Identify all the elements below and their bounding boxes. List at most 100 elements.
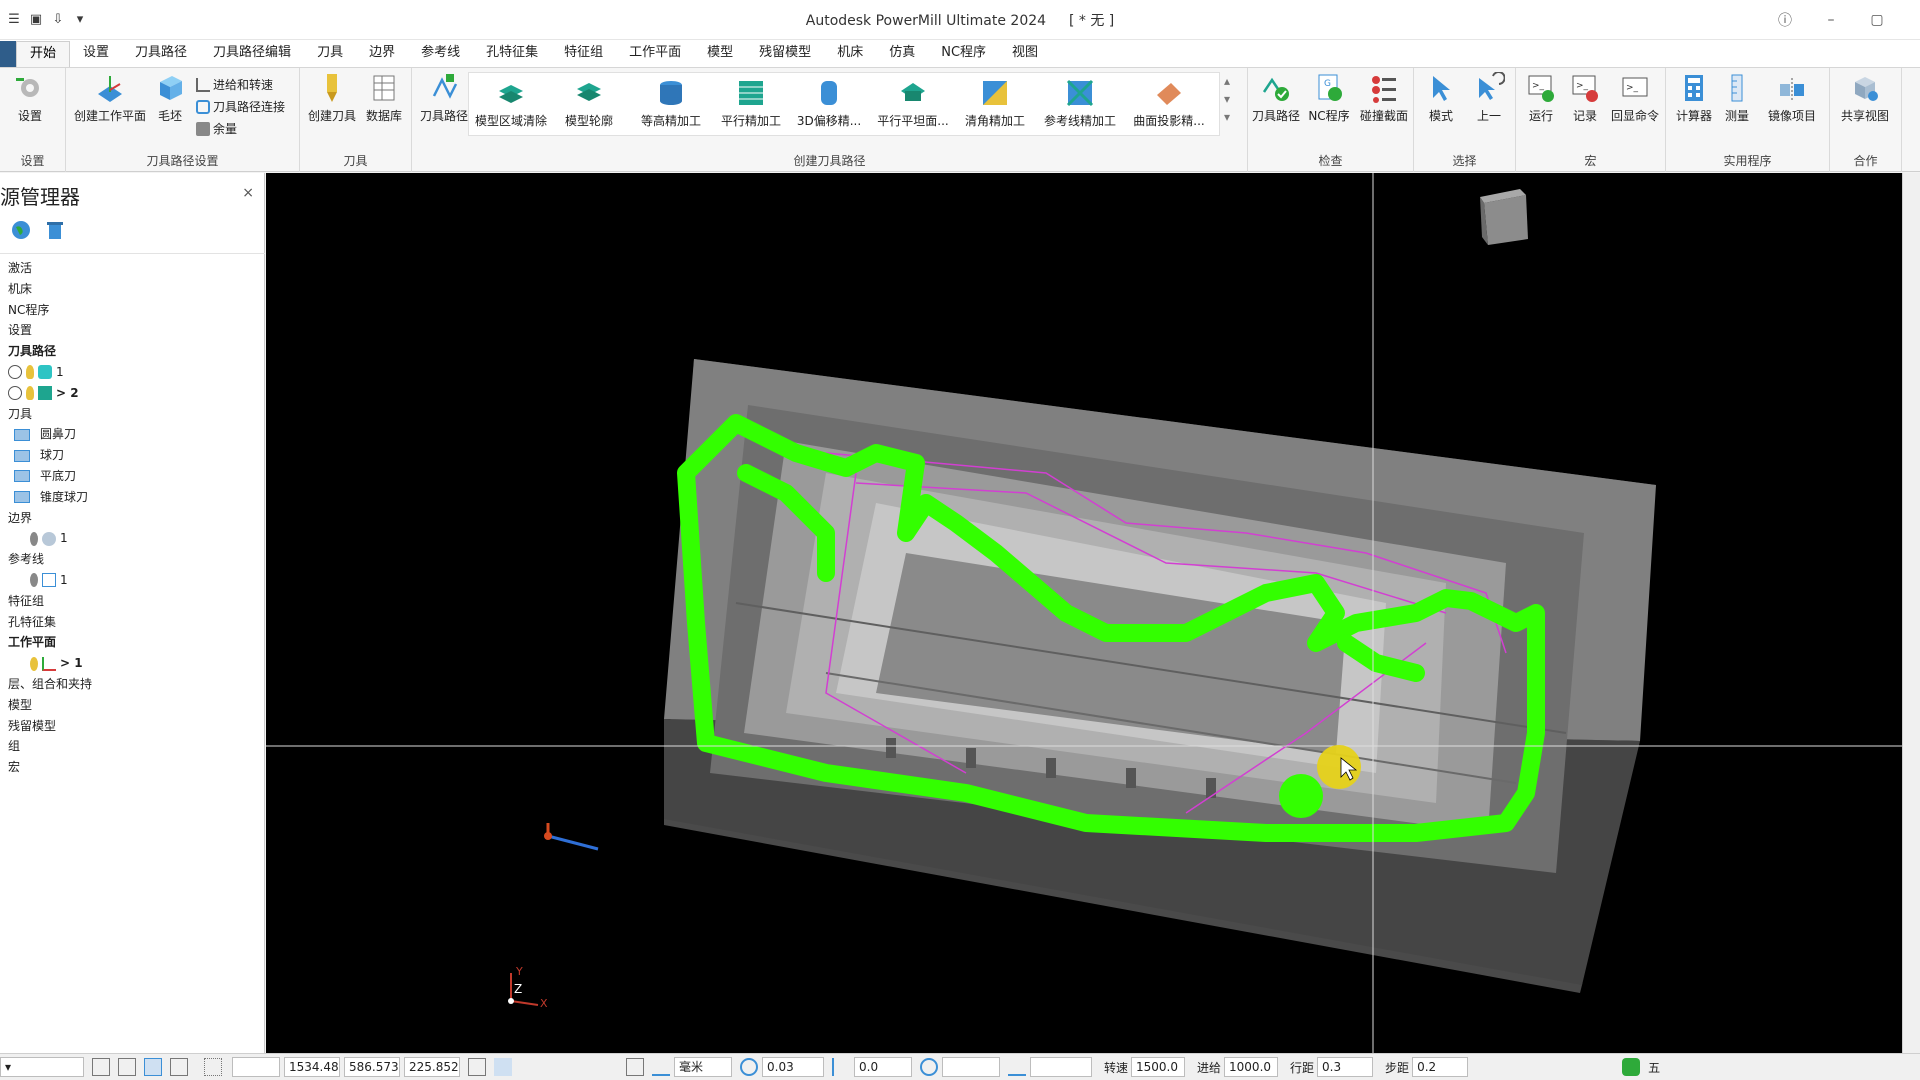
- tab-pattern[interactable]: 参考线: [408, 41, 473, 67]
- tree-item[interactable]: 刀具路径: [0, 341, 265, 362]
- folder-icon[interactable]: [14, 491, 30, 504]
- tab-model[interactable]: 模型: [694, 41, 746, 67]
- measure-button[interactable]: 测量: [1712, 72, 1762, 124]
- save-icon[interactable]: ▣: [28, 12, 44, 28]
- pick-icon[interactable]: [118, 1058, 136, 1076]
- tab-view[interactable]: 视图: [999, 41, 1051, 67]
- tree-item[interactable]: 参考线: [0, 549, 265, 570]
- tree-item[interactable]: 宏: [0, 757, 265, 778]
- run-macro-button[interactable]: >_ 运行: [1516, 72, 1566, 124]
- toolpath-icon[interactable]: [38, 365, 52, 380]
- tree-item[interactable]: 层、组合和夹持: [0, 674, 265, 695]
- tree-item[interactable]: 刀具: [0, 404, 265, 425]
- tree-item[interactable]: 1: [0, 528, 265, 549]
- tab-stock-model[interactable]: 残留模型: [746, 41, 824, 67]
- mirror-button[interactable]: 镜像项目: [1758, 72, 1826, 124]
- bulb-icon[interactable]: [30, 531, 38, 546]
- pattern-icon[interactable]: [42, 573, 56, 588]
- echo-commands-button[interactable]: >_ 回显命令: [1606, 72, 1664, 124]
- diameter-field[interactable]: [942, 1057, 1000, 1077]
- bulb-icon[interactable]: [26, 386, 34, 401]
- close-icon[interactable]: ×: [242, 185, 254, 201]
- tree-item[interactable]: 模型: [0, 695, 265, 716]
- graphics-viewport[interactable]: Y Z X: [266, 173, 1902, 1053]
- inspect-nc-button[interactable]: G NC程序: [1302, 72, 1356, 124]
- view-cube[interactable]: [1480, 189, 1528, 245]
- model-profile-button[interactable]: 模型轮廓: [553, 77, 625, 129]
- tolerance-ruler-icon[interactable]: [652, 1058, 670, 1076]
- leads-links-button[interactable]: 进给和转速: [196, 76, 273, 93]
- tree-item[interactable]: 设置: [0, 320, 265, 341]
- toolpath-connections-button[interactable]: 刀具路径连接: [196, 98, 285, 115]
- maximize-button[interactable]: ▢: [1854, 12, 1900, 28]
- gallery-scroll-up[interactable]: ▴: [1224, 74, 1230, 88]
- folder-icon[interactable]: [14, 449, 30, 462]
- raster-flat-button[interactable]: 平行平坦面...: [871, 77, 955, 129]
- tab-simulation[interactable]: 仿真: [876, 41, 928, 67]
- customize-dropdown-icon[interactable]: ▾: [72, 12, 88, 28]
- tab-start[interactable]: 开始: [16, 41, 71, 67]
- setup-button[interactable]: 设置: [0, 72, 60, 124]
- app-menu-icon[interactable]: ☰: [6, 12, 22, 28]
- inspect-toolpaths-button[interactable]: 刀具路径: [1248, 72, 1304, 124]
- tool-status-icon[interactable]: [170, 1058, 188, 1076]
- polar-icon[interactable]: [494, 1058, 512, 1076]
- file-tab[interactable]: [0, 41, 16, 67]
- gallery-expand[interactable]: ▾: [1224, 110, 1230, 124]
- minimize-button[interactable]: –: [1808, 12, 1854, 28]
- model-area-clear-button[interactable]: 模型区域清除: [471, 77, 551, 129]
- check-icon[interactable]: [8, 386, 22, 401]
- block-button[interactable]: 毛坯: [142, 72, 198, 124]
- globe-icon[interactable]: [10, 219, 32, 241]
- tree-item[interactable]: NC程序: [0, 300, 265, 321]
- tab-tool[interactable]: 刀具: [304, 41, 356, 67]
- bulb-icon[interactable]: [30, 573, 38, 588]
- tab-setup[interactable]: 设置: [70, 41, 122, 67]
- question-icon[interactable]: ⓘ: [1762, 10, 1808, 30]
- delete-icon[interactable]: [44, 219, 66, 241]
- units-icon[interactable]: [626, 1058, 644, 1076]
- tab-toolpath-edit[interactable]: 刀具路径编辑: [200, 41, 304, 67]
- raster-finish-button[interactable]: 平行精加工: [715, 77, 787, 129]
- snap-icon[interactable]: [92, 1058, 110, 1076]
- tab-feature-groups[interactable]: 特征组: [551, 41, 616, 67]
- tree-item[interactable]: > 1: [0, 653, 265, 674]
- tolerance-field[interactable]: 0.03: [762, 1057, 824, 1077]
- tab-toolpaths[interactable]: 刀具路径: [122, 41, 200, 67]
- tree-item[interactable]: 锥度球刀: [0, 487, 265, 508]
- tree-item[interactable]: 圆鼻刀: [0, 424, 265, 445]
- share-view-button[interactable]: 共享视图: [1832, 72, 1898, 124]
- workplane-status-icon[interactable]: [144, 1058, 162, 1076]
- bulb-icon[interactable]: [26, 365, 34, 380]
- tree-item[interactable]: 激活: [0, 258, 265, 279]
- record-macro-button[interactable]: >_ 记录: [1560, 72, 1610, 124]
- toolpath-icon[interactable]: [38, 386, 52, 401]
- tab-hole-features[interactable]: 孔特征集: [473, 41, 551, 67]
- create-workplane-button[interactable]: 创建工作平面: [70, 72, 150, 124]
- check-icon[interactable]: [8, 365, 22, 380]
- offset-3d-button[interactable]: 3D偏移精...: [791, 77, 867, 129]
- tree-item[interactable]: 机床: [0, 279, 265, 300]
- create-tool-button[interactable]: 创建刀具: [302, 72, 362, 124]
- tree-item[interactable]: 组: [0, 736, 265, 757]
- previous-selection-button[interactable]: 上一: [1464, 72, 1514, 124]
- constant-z-button[interactable]: 等高精加工: [633, 77, 709, 129]
- tree-item[interactable]: 工作平面: [0, 632, 265, 653]
- tree-item[interactable]: 孔特征集: [0, 612, 265, 633]
- tree-item[interactable]: > 2: [0, 383, 265, 404]
- tree-item[interactable]: 特征组: [0, 591, 265, 612]
- bulb-icon[interactable]: [30, 656, 38, 671]
- stepdown-field[interactable]: 0.2: [1412, 1057, 1469, 1077]
- boundary-icon[interactable]: [42, 531, 56, 546]
- toolpaths-button[interactable]: 刀具路径: [414, 72, 474, 124]
- tool-field[interactable]: [1030, 1057, 1092, 1077]
- tab-nc-programs[interactable]: NC程序: [928, 41, 999, 67]
- folder-icon[interactable]: [14, 428, 30, 441]
- thickness-button[interactable]: 余量: [196, 120, 237, 137]
- feed-field[interactable]: 1000.0: [1224, 1057, 1279, 1077]
- database-button[interactable]: 数据库: [358, 72, 410, 124]
- collision-section-button[interactable]: 碰撞截面: [1354, 72, 1414, 124]
- save-as-icon[interactable]: ⇩: [50, 12, 66, 28]
- workplane-icon[interactable]: [42, 656, 56, 671]
- spindle-field[interactable]: 1500.0: [1131, 1057, 1186, 1077]
